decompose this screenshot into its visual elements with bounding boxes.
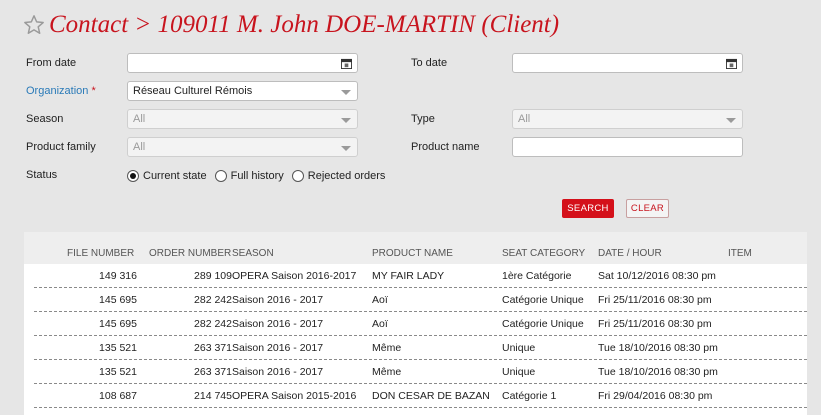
orders-table: FILE NUMBER ORDER NUMBER SEASON PRODUCT …	[24, 232, 807, 415]
season-cell: Saison 2016 - 2017	[232, 294, 324, 306]
seat-category-cell: Catégorie 1	[502, 390, 557, 402]
from-date-label: From date	[26, 57, 77, 69]
page-title: Contact > 109011 M. John DOE-MARTIN (Cli…	[49, 11, 560, 38]
chevron-down-icon	[726, 118, 736, 123]
file-number-cell: 135 521	[99, 366, 137, 378]
date-hour-cell: Fri 25/11/2016 08:30 pm	[598, 294, 712, 306]
date-hour-cell: Fri 29/04/2016 08:30 pm	[598, 390, 713, 402]
organization-select[interactable]: Réseau Culturel Rémois	[127, 81, 358, 101]
seat-category-cell: Catégorie Unique	[502, 318, 584, 330]
order-number-cell: 282 242	[194, 294, 232, 306]
required-marker: *	[91, 85, 96, 97]
date-hour-cell: Sat 10/12/2016 08:30 pm	[598, 270, 716, 282]
file-number-cell: 108 687	[99, 390, 137, 402]
file-number-cell: 145 695	[99, 318, 137, 330]
table-row[interactable]: 145 695 282 242 Saison 2016 - 2017 Aoï C…	[34, 288, 807, 312]
order-number-cell: 263 371	[194, 342, 232, 354]
order-number-cell: 289 109	[194, 270, 232, 282]
clear-button[interactable]: CLEAR	[626, 199, 669, 218]
order-number-cell: 263 371	[194, 366, 232, 378]
season-cell: OPERA Saison 2015-2016	[232, 390, 357, 402]
season-select[interactable]: All	[127, 109, 358, 129]
column-order-number[interactable]: ORDER NUMBER	[149, 248, 231, 259]
season-cell: Saison 2016 - 2017	[232, 342, 324, 354]
type-select[interactable]: All	[512, 109, 743, 129]
seat-category-cell: Catégorie Unique	[502, 294, 584, 306]
column-seat-category[interactable]: SEAT CATEGORY	[502, 248, 585, 259]
seat-category-cell: 1ère Catégorie	[502, 270, 572, 282]
seat-category-cell: Unique	[502, 366, 536, 378]
column-item[interactable]: ITEM	[728, 248, 752, 259]
to-date-input[interactable]	[512, 53, 743, 73]
radio-selected-icon[interactable]	[127, 170, 139, 182]
type-label: Type	[411, 113, 435, 125]
calendar-icon[interactable]	[726, 58, 737, 69]
column-season[interactable]: SEASON	[232, 248, 274, 259]
date-hour-cell: Fri 25/11/2016 08:30 pm	[598, 318, 712, 330]
status-label: Status	[26, 169, 58, 181]
page-header: Contact > 109011 M. John DOE-MARTIN (Cli…	[23, 9, 559, 41]
radio-icon[interactable]	[214, 170, 227, 182]
column-date-hour[interactable]: DATE / HOUR	[598, 248, 662, 259]
order-number-cell: 214 745	[194, 390, 232, 402]
status-option-rejected[interactable]: Rejected orders	[291, 170, 385, 182]
status-option-current[interactable]: Current state	[127, 170, 207, 182]
star-icon[interactable]	[23, 14, 45, 36]
product-name-cell: MY FAIR LADY	[372, 270, 445, 282]
table-row[interactable]: 145 695 282 242 Saison 2016 - 2017 Aoï C…	[34, 312, 807, 336]
radio-icon[interactable]	[291, 170, 304, 182]
file-number-cell: 145 695	[99, 294, 137, 306]
product-family-select[interactable]: All	[127, 137, 358, 157]
product-name-cell: Aoï	[372, 318, 388, 330]
chevron-down-icon	[341, 146, 351, 151]
table-row[interactable]: 135 521 263 371 Saison 2016 - 2017 Même …	[34, 360, 807, 384]
column-file-number[interactable]: FILE NUMBER	[67, 248, 134, 259]
chevron-down-icon	[341, 90, 351, 95]
product-name-cell: Même	[372, 342, 402, 354]
season-cell: Saison 2016 - 2017	[232, 318, 324, 330]
table-header: FILE NUMBER ORDER NUMBER SEASON PRODUCT …	[24, 232, 807, 264]
table-row[interactable]: 135 521 263 371 Saison 2016 - 2017 Même …	[34, 336, 807, 360]
season-cell: OPERA Saison 2016-2017	[232, 270, 357, 282]
status-option-history[interactable]: Full history	[214, 170, 284, 182]
product-name-input[interactable]	[512, 137, 743, 157]
season-label: Season	[26, 113, 64, 125]
file-number-cell: 149 316	[99, 270, 137, 282]
to-date-label: To date	[411, 57, 448, 69]
order-number-cell: 282 242	[194, 318, 232, 330]
status-radio-group: Current state Full history Rejected orde…	[127, 168, 393, 184]
calendar-icon[interactable]	[341, 58, 352, 69]
file-number-cell: 135 521	[99, 342, 137, 354]
product-family-label: Product family	[26, 141, 96, 153]
date-hour-cell: Tue 18/10/2016 08:30 pm	[598, 366, 718, 378]
date-hour-cell: Tue 18/10/2016 08:30 pm	[598, 342, 718, 354]
product-name-cell: DON CESAR DE BAZAN	[372, 390, 490, 402]
organization-label: Organization *	[26, 85, 96, 97]
product-name-label: Product name	[411, 141, 480, 153]
chevron-down-icon	[341, 118, 351, 123]
table-row[interactable]: 149 316 289 109 OPERA Saison 2016-2017 M…	[34, 264, 807, 288]
product-name-cell: Aoï	[372, 294, 388, 306]
table-row[interactable]: 108 687 214 745 OPERA Saison 2015-2016 D…	[34, 384, 807, 408]
from-date-input[interactable]	[127, 53, 358, 73]
season-cell: Saison 2016 - 2017	[232, 366, 324, 378]
search-button[interactable]: SEARCH	[562, 199, 614, 218]
column-product-name[interactable]: PRODUCT NAME	[372, 248, 453, 259]
product-name-cell: Même	[372, 366, 402, 378]
seat-category-cell: Unique	[502, 342, 536, 354]
